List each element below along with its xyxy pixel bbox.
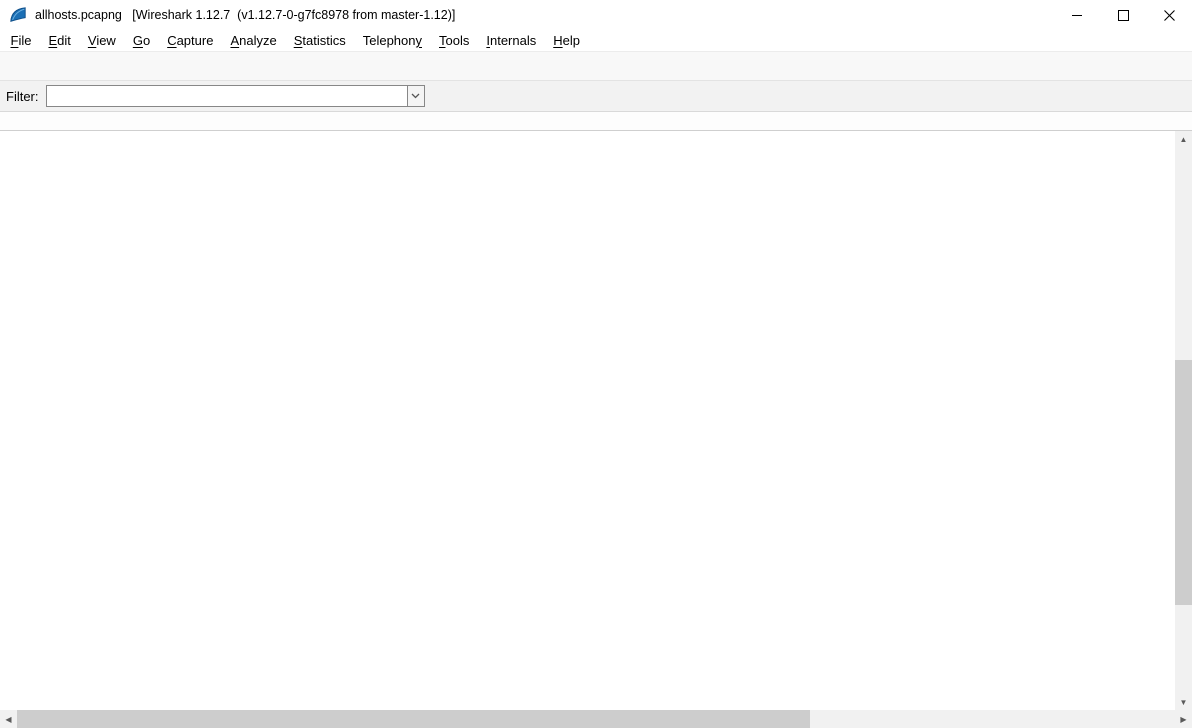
packet-list-header [0,112,1192,131]
menu-analyze[interactable]: Analyze [222,30,285,51]
menu-capture[interactable]: Capture [159,30,222,51]
horizontal-scrollbar-thumb[interactable] [17,710,810,728]
main-toolbar [0,51,1192,81]
close-icon [1164,10,1175,21]
chevron-down-icon [411,93,420,99]
scroll-right-button[interactable]: ▶ [1175,710,1192,728]
vertical-scrollbar-thumb[interactable] [1175,360,1192,605]
minimize-icon [1072,10,1083,21]
menu-telephony[interactable]: Telephony [354,30,430,51]
scroll-left-button[interactable]: ◀ [0,710,17,728]
menu-go[interactable]: Go [124,30,158,51]
filter-dropdown-button[interactable] [407,85,425,107]
packet-list [0,131,1175,707]
menu-file[interactable]: File [2,30,40,51]
filter-input[interactable] [46,85,407,107]
menu-view[interactable]: View [79,30,124,51]
menu-internals[interactable]: Internals [478,30,545,51]
title-bar: allhosts.pcapng [Wireshark 1.12.7 (v1.12… [0,0,1192,30]
minimize-button[interactable] [1054,0,1100,30]
close-button[interactable] [1146,0,1192,30]
window-title: allhosts.pcapng [Wireshark 1.12.7 (v1.12… [35,8,455,22]
filter-label: Filter: [6,89,39,104]
menu-bar: FileEditViewGoCaptureAnalyzeStatisticsTe… [0,30,1192,51]
maximize-button[interactable] [1100,0,1146,30]
scroll-up-button[interactable]: ▲ [1175,131,1192,147]
wireshark-logo-icon [9,6,27,24]
scroll-down-button[interactable]: ▼ [1175,694,1192,710]
menu-edit[interactable]: Edit [40,30,79,51]
horizontal-scrollbar[interactable]: ◀ ▶ [0,710,1192,728]
filter-bar: Filter: [0,81,1192,112]
vertical-scrollbar[interactable]: ▲ ▼ [1175,131,1192,710]
menu-help[interactable]: Help [545,30,589,51]
maximize-icon [1118,10,1129,21]
menu-statistics[interactable]: Statistics [285,30,354,51]
menu-tools[interactable]: Tools [431,30,478,51]
